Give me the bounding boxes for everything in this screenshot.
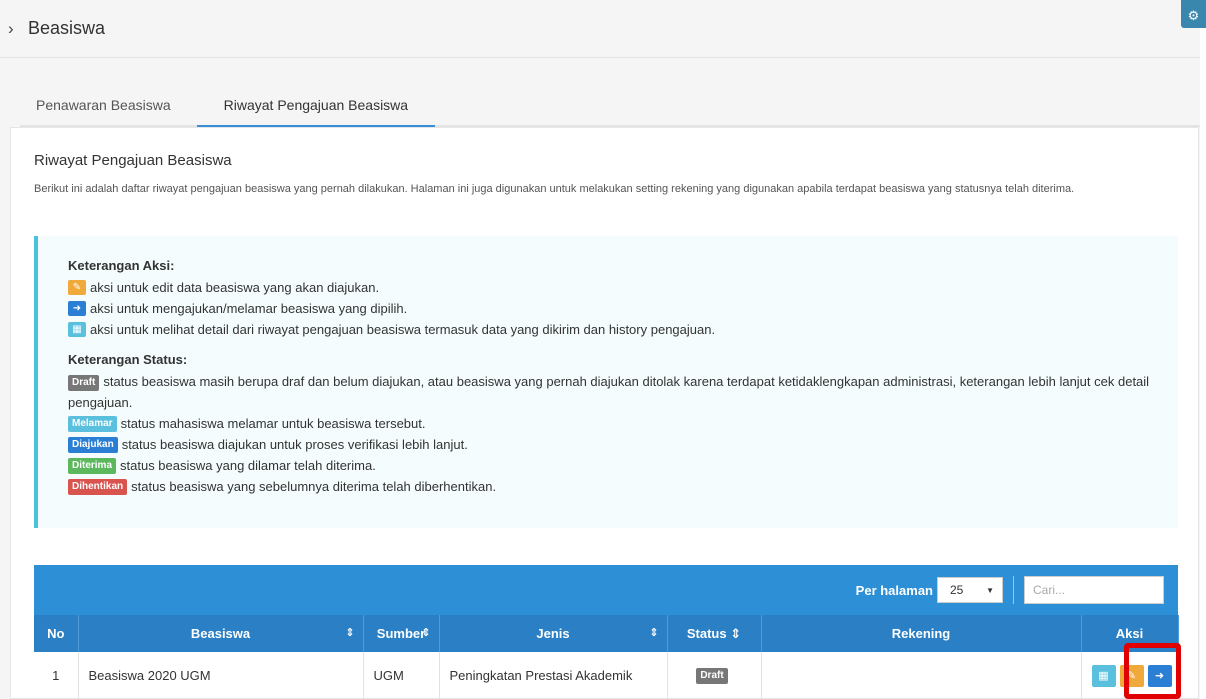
caret-down-icon: ▼ xyxy=(986,585,994,595)
column-header-sumber-label: Sumber xyxy=(376,626,426,641)
data-table: No Beasiswa ⇕ Sumber ⇕ Jenis ⇕ Status ⇕ Rek… xyxy=(34,615,1179,699)
search-input[interactable] xyxy=(1024,576,1164,604)
arrow-right-icon: ➜ xyxy=(68,301,86,316)
status-badge-melamar: Melamar xyxy=(68,415,117,432)
tab-penawaran-beasiswa[interactable]: Penawaran Beasiswa xyxy=(20,85,187,125)
settings-button[interactable]: ⚙ xyxy=(1181,0,1206,28)
edit-icon: ✎ xyxy=(68,280,86,295)
status-badge-diterima: Diterima xyxy=(68,457,117,474)
column-header-rekening[interactable]: Rekening xyxy=(761,615,1082,652)
panel-title: Riwayat Pengajuan Beasiswa xyxy=(34,152,232,169)
cell-sumber: UGM xyxy=(363,652,440,699)
panel-description: Berikut ini adalah daftar riwayat pengaj… xyxy=(34,183,1075,195)
per-page-label: Per halaman xyxy=(855,582,933,598)
status-badge-dihentikan: Dihentikan xyxy=(68,478,128,495)
legend-draft-text: status beasiswa masih berupa draf dan be… xyxy=(68,374,1150,410)
legend-diajukan-text: status beasiswa diajukan untuk proses ve… xyxy=(121,437,468,452)
table-header-row: No Beasiswa ⇕ Sumber ⇕ Jenis ⇕ Status ⇕ Rek… xyxy=(34,615,1179,652)
legend-detail-text: aksi untuk melihat detail dari riwayat p… xyxy=(90,322,716,337)
chevron-right-icon[interactable]: › xyxy=(0,19,28,39)
aksi-legend-title: Keterangan Aksi: xyxy=(68,258,175,273)
legend-dihentikan: Dihentikan status beasiswa yang sebelumn… xyxy=(68,476,1178,497)
column-header-jenis[interactable]: Jenis ⇕ xyxy=(439,615,668,652)
sort-icon: ⇕ xyxy=(421,627,431,639)
column-header-no[interactable]: No xyxy=(34,615,79,652)
column-header-jenis-label: Jenis xyxy=(536,626,570,641)
per-page-value: 25 xyxy=(950,583,964,597)
legend-edit-text: aksi untuk edit data beasiswa yang akan … xyxy=(90,280,380,295)
cell-rekening xyxy=(761,652,1082,699)
legend-dihentikan-text: status beasiswa yang sebelumnya diterima… xyxy=(131,479,497,494)
status-badge-diajukan: Diajukan xyxy=(68,436,118,453)
status-badge-draft: Draft xyxy=(68,374,100,391)
legend-diterima: Diterima status beasiswa yang dilamar te… xyxy=(68,455,1178,476)
sort-icon: ⇕ xyxy=(730,625,742,641)
content-panel: Riwayat Pengajuan Beasiswa Berikut ini a… xyxy=(10,127,1199,699)
cell-beasiswa: Beasiswa 2020 UGM xyxy=(78,652,364,699)
legend-edit: ✎ aksi untuk edit data beasiswa yang aka… xyxy=(68,277,1178,298)
tab-bar: Penawaran Beasiswa Riwayat Pengajuan Bea… xyxy=(20,85,1200,127)
legend-box: Keterangan Aksi: ✎ aksi untuk edit data … xyxy=(34,236,1178,528)
column-header-status-label: Status xyxy=(686,625,727,641)
legend-apply-text: aksi untuk mengajukan/melamar beasiswa y… xyxy=(90,301,408,316)
column-header-beasiswa[interactable]: Beasiswa ⇕ xyxy=(78,615,364,652)
column-header-status[interactable]: Status ⇕ xyxy=(667,615,762,652)
highlight-box xyxy=(1124,643,1181,699)
per-page-select[interactable]: 25 ▼ xyxy=(937,577,1003,603)
sort-icon: ⇕ xyxy=(345,627,355,639)
grid-icon: ▦ xyxy=(1098,670,1109,683)
column-header-sumber[interactable]: Sumber ⇕ xyxy=(363,615,440,652)
grid-icon: ▦ xyxy=(68,322,86,337)
toolbar-divider xyxy=(1013,576,1014,604)
detail-button[interactable]: ▦ xyxy=(1091,664,1116,687)
sort-icon: ⇕ xyxy=(649,627,659,639)
gear-icon: ⚙ xyxy=(1187,8,1200,23)
legend-melamar: Melamar status mahasiswa melamar untuk b… xyxy=(68,413,1178,434)
page-header: › Beasiswa xyxy=(0,0,1200,58)
column-header-beasiswa-label: Beasiswa xyxy=(190,626,251,641)
cell-no: 1 xyxy=(34,652,79,699)
table-row: 1 Beasiswa 2020 UGM UGM Peningkatan Pres… xyxy=(34,652,1179,699)
page-title: Beasiswa xyxy=(28,18,106,38)
cell-jenis: Peningkatan Prestasi Akademik xyxy=(439,652,668,699)
legend-detail: ▦ aksi untuk melihat detail dari riwayat… xyxy=(68,319,1178,340)
submission-table: Per halaman 25 ▼ No Beasiswa⇕ Sumber⇕ Je… xyxy=(34,565,1179,699)
status-badge: Draft xyxy=(696,668,728,685)
cell-status: Draft xyxy=(667,652,762,699)
legend-diajukan: Diajukan status beasiswa diajukan untuk … xyxy=(68,434,1178,455)
legend-apply: ➜ aksi untuk mengajukan/melamar beasiswa… xyxy=(68,298,1178,319)
legend-draft: Draft status beasiswa masih berupa draf d… xyxy=(68,371,1178,413)
table-toolbar: Per halaman 25 ▼ xyxy=(34,565,1178,615)
status-legend-title: Keterangan Status: xyxy=(68,352,188,367)
tab-riwayat-pengajuan-beasiswa[interactable]: Riwayat Pengajuan Beasiswa xyxy=(196,85,436,127)
legend-melamar-text: status mahasiswa melamar untuk beasiswa … xyxy=(120,416,426,431)
legend-diterima-text: status beasiswa yang dilamar telah diter… xyxy=(120,458,376,473)
